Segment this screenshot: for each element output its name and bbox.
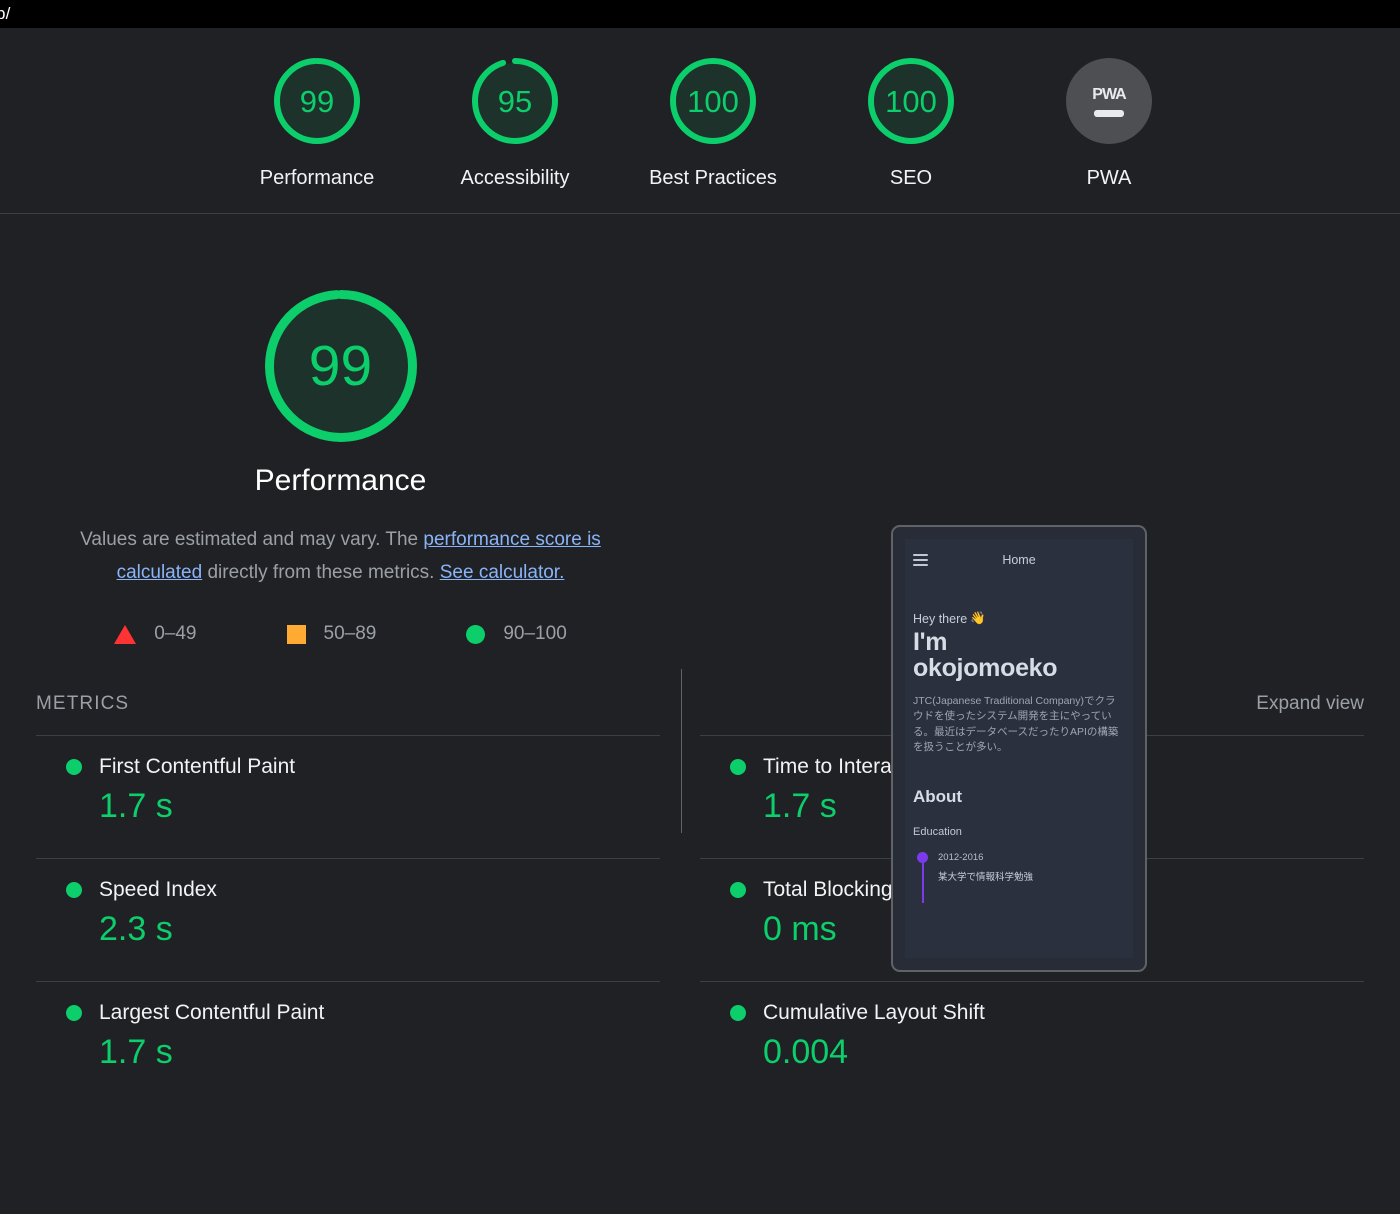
score-value: 100 [885,83,937,119]
metric-status-icon [730,882,746,898]
score-label: Best Practices [649,167,777,189]
metric-item[interactable]: Speed Index 2.3 s [36,858,660,981]
timeline-years: 2012-2016 [938,852,984,864]
score-label: Accessibility [460,167,570,189]
score-gauge-pwa[interactable]: PWA PWA [1010,58,1208,190]
thumbnail-education-heading: Education [913,826,962,839]
greeting-text: Hey there [913,611,968,626]
pwa-badge-text: PWA [1092,85,1126,103]
pwa-dash-icon [1094,109,1124,117]
score-label: SEO [889,167,933,189]
metric-item[interactable]: First Contentful Paint 1.7 s [36,735,660,858]
metric-name: First Contentful Paint [99,755,296,778]
url-text: p/ [0,4,11,23]
pwa-badge-icon: PWA [1066,58,1152,144]
metric-item[interactable]: Cumulative Layout Shift 0.004 [700,981,1364,1104]
thumbnail-greeting: Hey there 👋 [913,611,1125,626]
thumbnail-content: Hey there 👋 I'm okojomoeko JTC(Japanese … [905,611,1133,904]
metric-status-icon [730,1005,746,1021]
score-gauge-best-practices[interactable]: 100 Best Practices [614,58,812,190]
category-description: Values are estimated and may vary. The p… [65,523,617,589]
gauge-arc-icon: 100 [670,58,756,144]
score-gauges-strip: 99 Performance 95 Accessibility 100 Best… [0,28,1400,214]
metric-name: Speed Index [99,878,217,901]
metrics-header: METRICS Expand view [36,693,1364,735]
legend-item-circle: 90–100 [466,623,567,645]
page-title: Performance [254,464,427,497]
metrics-grid: First Contentful Paint 1.7 s Time to Int… [36,735,1364,1104]
performance-gauge: 99 [264,290,417,442]
vertical-divider [681,669,682,833]
timeline-marker-icon [917,852,928,904]
metric-status-icon [66,759,82,775]
metric-value: 0.004 [763,1033,849,1071]
performance-category-section: 99 Performance Values are estimated and … [0,214,1400,972]
metrics-title: METRICS [36,693,130,714]
browser-url-bar[interactable]: p/ [0,0,1400,28]
gauge-arc-icon: 99 [274,58,360,144]
circle-icon [466,624,486,644]
legend-range: 0–49 [154,623,197,644]
thumbnail-about-heading: About [913,787,963,807]
expand-view-button[interactable]: Expand view [1256,693,1364,715]
description-text-2: directly from these metrics. [202,562,440,583]
metric-name: Cumulative Layout Shift [763,1001,985,1024]
thumbnail-heading-line2: okojomoeko [913,653,1058,682]
legend-range: 50–89 [323,623,377,644]
description-text-1: Values are estimated and may vary. The [80,529,424,550]
legend-item-square: 50–89 [286,623,377,645]
metric-name: Largest Contentful Paint [99,1001,325,1024]
score-label: PWA [1086,167,1132,189]
waving-hand-icon: 👋 [970,611,986,625]
metric-item[interactable]: Largest Contentful Paint 1.7 s [36,981,660,1104]
score-legend: 0–49 50–89 90–100 [114,623,567,645]
timeline-description: 某大学で情報科学勉強 [938,872,1034,884]
thumbnail-bio: JTC(Japanese Traditional Company)でクラウドを使… [913,695,1119,753]
see-calculator-link[interactable]: See calculator. [440,562,565,583]
thumbnail-heading: I'm okojomoeko [913,628,1125,682]
gauge-arc-icon: 100 [868,58,954,144]
metric-value: 1.7 s [99,787,173,825]
thumbnail-heading-line1: I'm [913,628,948,656]
legend-range: 90–100 [503,623,567,644]
score-gauges-list: 99 Performance 95 Accessibility 100 Best… [218,58,1208,190]
score-gauge-seo[interactable]: 100 SEO [812,58,1010,190]
score-value: 100 [687,83,739,119]
square-icon [286,624,306,644]
score-gauge-accessibility[interactable]: 95 Accessibility [416,58,614,190]
page-screenshot-thumbnail[interactable]: Home Hey there 👋 I'm okojomoeko JTC(Japa… [891,525,1147,972]
score-gauge-performance[interactable]: 99 Performance [218,58,416,190]
performance-gauge-value: 99 [308,333,373,398]
thumbnail-timeline-item: 2012-2016 某大学で情報科学勉強 [913,852,1125,904]
triangle-icon [114,624,137,644]
metric-status-icon [66,882,82,898]
metric-status-icon [66,1005,82,1021]
thumbnail-viewport: Home Hey there 👋 I'm okojomoeko JTC(Japa… [905,539,1133,958]
metric-status-icon [730,759,746,775]
thumbnail-nav-title: Home [1002,553,1036,567]
legend-item-triangle: 0–49 [114,623,197,645]
category-summary: 99 Performance Values are estimated and … [0,290,681,645]
score-value: 99 [299,83,335,119]
score-label: Performance [259,167,375,189]
metric-value: 1.7 s [99,1033,173,1071]
gauge-arc-icon: 95 [472,58,558,144]
metric-value: 2.3 s [99,910,173,948]
score-value: 95 [497,83,533,119]
metrics-section: METRICS Expand view First Contentful Pai… [0,693,1400,1104]
thumbnail-navbar: Home [905,539,1133,581]
